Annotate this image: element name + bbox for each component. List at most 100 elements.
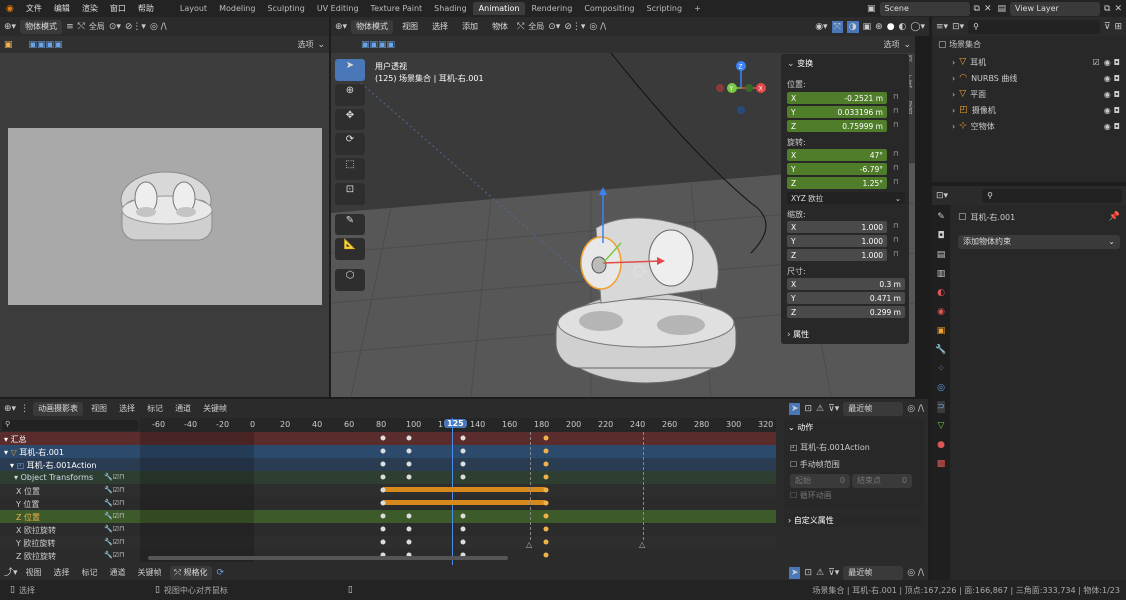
keyframe-area[interactable]: △ △ [140, 418, 776, 574]
tab-texture-paint[interactable]: Texture Paint [365, 2, 429, 15]
measure-tool-icon[interactable]: 📐 [335, 238, 365, 261]
snap-icon[interactable]: ⊘⋮▾ [125, 21, 146, 33]
camera-icon[interactable]: ◘ [1114, 74, 1120, 83]
tab-shading[interactable]: Shading [428, 2, 473, 15]
keyframe[interactable] [380, 435, 386, 441]
dim-y-field[interactable]: Y 0.471 m [787, 292, 905, 304]
shading-solid-icon[interactable]: ● [887, 21, 895, 33]
dim-z-field[interactable]: Z 0.299 m [787, 306, 905, 318]
show-hidden-icon[interactable]: ⊡ [804, 403, 812, 415]
copy-icon[interactable]: ⧉ [1104, 3, 1110, 15]
tab-layout[interactable]: Layout [174, 2, 213, 15]
channel-label[interactable]: X 位置 [16, 486, 40, 497]
move-tool-icon[interactable]: ✥ [335, 108, 365, 131]
keyframe[interactable] [460, 435, 466, 441]
visibility-icon[interactable]: ◉▾ [815, 21, 827, 33]
new-collection-icon[interactable]: ⊞ [1114, 21, 1122, 33]
channel-label[interactable]: X 欧拉旋转 [16, 525, 56, 536]
scale-tool-icon[interactable]: ⬚ [335, 158, 365, 180]
snap-dropdown[interactable]: 最近帧 [843, 401, 904, 416]
cyclic-animation-checkbox[interactable]: ☐ 循环动画 [790, 490, 832, 501]
editor-type-icon[interactable]: ⊕▾ [4, 21, 16, 33]
keyframe-bar[interactable] [383, 487, 545, 492]
tab-sculpting[interactable]: Sculpting [261, 2, 310, 15]
orientation-dropdown[interactable]: 全局 [528, 21, 544, 32]
scale-y-field[interactable]: Y 1.000 [787, 235, 887, 247]
keyframe[interactable] [406, 539, 412, 545]
mode-dropdown[interactable]: 物体模式 [20, 19, 63, 34]
menu-render[interactable]: 渲染 [76, 3, 104, 14]
horizontal-scrollbar[interactable] [148, 556, 508, 560]
modifier-tab-icon[interactable]: 🔧 [935, 344, 946, 356]
menu-view[interactable]: 视图 [91, 403, 107, 414]
menu-channel[interactable]: 通道 [175, 403, 191, 414]
proportional-edit-icon[interactable]: ◎ /\ [150, 21, 167, 33]
menu-window[interactable]: 窗口 [104, 3, 132, 14]
keyframe[interactable] [543, 474, 549, 480]
lock-icon[interactable]: ⊓ [893, 93, 903, 103]
particles-tab-icon[interactable]: ⁘ [937, 363, 945, 375]
lock-icon[interactable]: ⊓ [893, 164, 903, 174]
rot-y-field[interactable]: Y -6.79° [787, 163, 887, 175]
snap-icon[interactable]: ⊘⋮▾ [564, 21, 585, 33]
shading-wire-icon[interactable]: ⊕ [875, 21, 883, 33]
lock-icon[interactable]: ⊓ [893, 150, 903, 160]
gizmo-toggle-icon[interactable]: ⤧ [831, 20, 843, 33]
menu-key[interactable]: 关键帧 [203, 403, 227, 414]
end-frame-field[interactable]: 结束点 0 [852, 474, 912, 488]
eye-icon[interactable]: ◉ [1104, 122, 1111, 131]
shading-render-icon[interactable]: ◯▾ [910, 21, 925, 33]
keyframe[interactable] [406, 474, 412, 480]
lock-icon[interactable]: ⊓ [893, 236, 903, 246]
menu-channel[interactable]: 通道 [110, 567, 126, 578]
keyframe[interactable] [380, 474, 386, 480]
editor-type-icon[interactable]: ≡▾ [936, 21, 948, 33]
select-mode-icons[interactable]: ▣▣▣▣ [361, 39, 395, 51]
add-menu[interactable]: 添加 [457, 20, 483, 34]
lock-icon[interactable]: ⊓ [893, 222, 903, 232]
keyframe[interactable] [460, 448, 466, 454]
keyframe[interactable] [460, 539, 466, 545]
view-layer-tab-icon[interactable]: ▥ [937, 268, 946, 280]
loc-y-field[interactable]: Y 0.033196 m [787, 106, 887, 118]
snap-dropdown[interactable]: 最近帧 [843, 565, 904, 580]
object-tab-icon[interactable]: ▣ [937, 325, 946, 337]
keyframe[interactable] [543, 448, 549, 454]
keyframe[interactable] [380, 539, 386, 545]
editor-type-icon[interactable]: ⤴▾ [4, 567, 18, 579]
channel-label[interactable]: Y 欧拉旋转 [16, 538, 55, 549]
transform-panel-header[interactable]: ⌄ 变换 [787, 58, 813, 70]
render-tab-icon[interactable]: ◘ [937, 230, 944, 242]
tab-modeling[interactable]: Modeling [213, 2, 261, 15]
menu-select[interactable]: 选择 [119, 403, 135, 414]
constraint-tab-icon[interactable]: ⊃ [937, 401, 945, 413]
channel-label[interactable]: ▾ ▽ 耳机-右.001 [4, 447, 64, 458]
keyframe[interactable] [543, 552, 549, 558]
menu-select[interactable]: 选择 [54, 567, 70, 578]
keyframe[interactable] [380, 526, 386, 532]
keyframe[interactable] [543, 513, 549, 519]
keyframe[interactable] [543, 487, 549, 493]
outliner-item[interactable]: › ⊹ 空物体 ◉ ◘ [932, 118, 1126, 134]
rotate-tool-icon[interactable]: ⟳ [335, 133, 365, 156]
eye-icon[interactable]: ◉ [1104, 106, 1111, 115]
errors-icon[interactable]: ⚠ [816, 403, 824, 415]
material-tab-icon[interactable]: ● [937, 439, 945, 451]
keyframe[interactable] [543, 500, 549, 506]
channel-label[interactable]: Z 位置 [16, 512, 40, 523]
channel-label[interactable]: Z 欧拉旋转 [16, 551, 56, 562]
add-constraint-dropdown[interactable]: 添加物体约束 ⌄ [958, 235, 1120, 249]
pivot-icon[interactable]: ⊙▾ [548, 21, 560, 33]
menu-marker[interactable]: 标记 [147, 403, 163, 414]
menu-help[interactable]: 帮助 [132, 3, 160, 14]
custom-props-header[interactable]: › 自定义属性 [788, 515, 834, 526]
frame-ruler[interactable]: -60 -40 -20 0 20 40 60 80 100 1 125 140 … [140, 418, 776, 432]
close-icon[interactable]: ✕ [1114, 3, 1122, 15]
menu-view[interactable]: 视图 [26, 567, 42, 578]
keyframe[interactable] [460, 513, 466, 519]
menu-file[interactable]: 文件 [20, 3, 48, 14]
left-viewport[interactable] [0, 53, 329, 397]
pivot-icon[interactable]: ⊙▾ [109, 21, 121, 33]
add-cube-tool-icon[interactable]: ⬡ [335, 269, 365, 292]
lock-icon[interactable]: ⊓ [893, 178, 903, 188]
